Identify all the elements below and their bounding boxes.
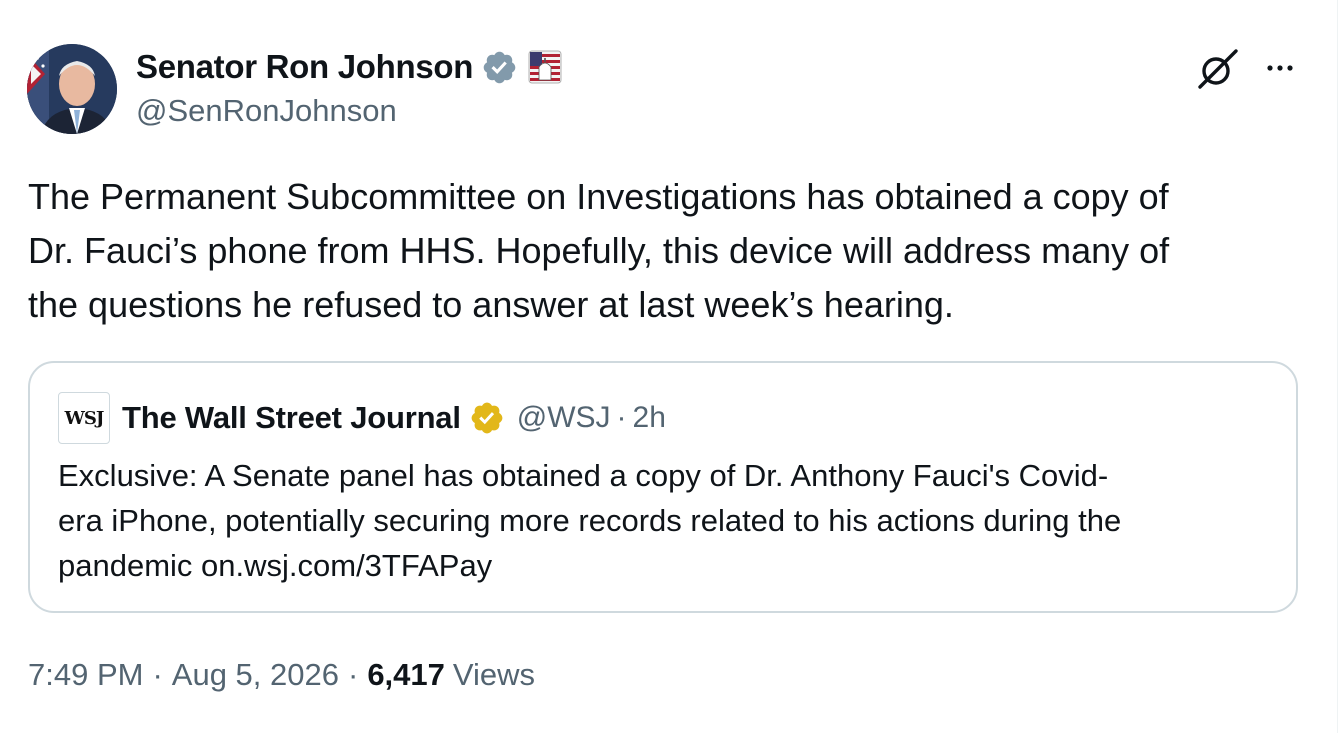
wsj-logo: WSJ	[58, 392, 110, 444]
tweet-text: The Permanent Subcommittee on Investigat…	[28, 176, 1170, 325]
timeline-divider	[1337, 0, 1338, 733]
tweet-time[interactable]: 7:49 PM	[28, 657, 143, 693]
views-count[interactable]: 6,417	[367, 657, 445, 693]
quoted-tweet-header: WSJ The Wall Street Journal @WSJ · 2h	[58, 391, 666, 445]
verified-badge-icon[interactable]	[481, 49, 518, 86]
tweet-meta: 7:49 PM · Aug 5, 2026 · 6,417 Views	[28, 652, 535, 698]
meta-separator: ·	[347, 657, 359, 692]
quoted-author-handle: @WSJ	[516, 401, 611, 434]
meta-separator: ·	[152, 657, 163, 692]
views-label[interactable]: Views	[453, 657, 535, 693]
author-handle[interactable]: @SenRonJohnson	[136, 93, 397, 129]
tweet: Senator Ron Johnson @SenRonJohnson The P…	[0, 0, 1337, 733]
quoted-tweet-text: Exclusive: A Senate panel has obtained a…	[58, 458, 1122, 583]
avatar-photo	[27, 44, 117, 134]
quoted-author-name: The Wall Street Journal	[122, 400, 461, 435]
quoted-separator: ·	[616, 401, 627, 434]
avatar[interactable]	[27, 44, 117, 134]
quoted-timestamp: 2h	[632, 401, 666, 434]
quoted-tweet-card[interactable]: WSJ The Wall Street Journal @WSJ · 2h Ex…	[28, 361, 1298, 613]
gold-verified-badge-icon	[469, 400, 505, 436]
more-options-icon[interactable]	[1262, 58, 1298, 78]
government-capitol-flag-icon[interactable]	[528, 50, 562, 84]
author-name[interactable]: Senator Ron Johnson	[136, 48, 473, 86]
grok-icon[interactable]	[1194, 47, 1242, 91]
author-name-row: Senator Ron Johnson	[136, 47, 562, 87]
tweet-date[interactable]: Aug 5, 2026	[172, 657, 339, 693]
